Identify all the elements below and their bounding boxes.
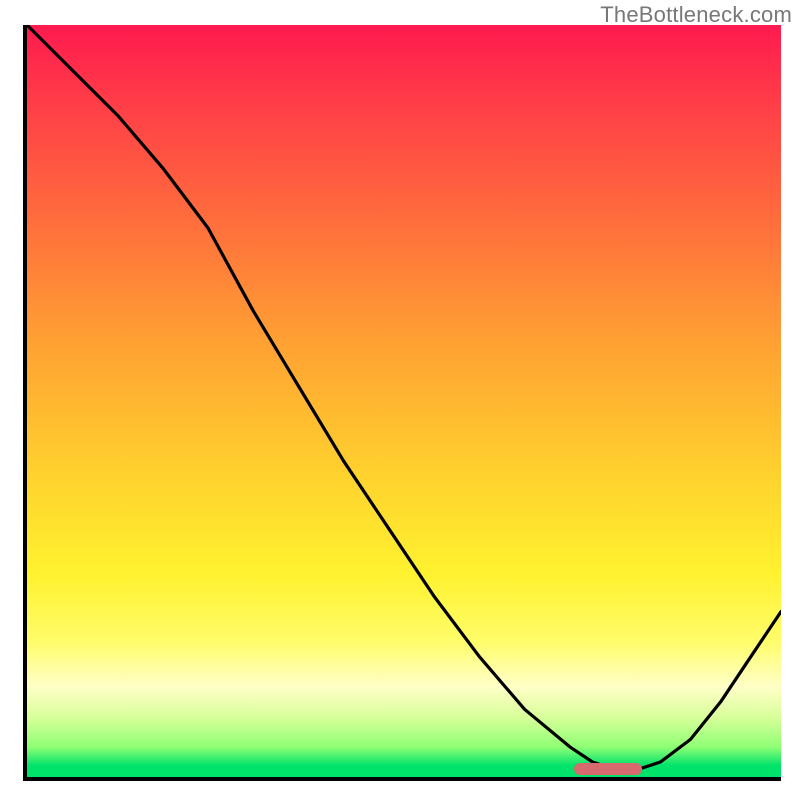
chart-area	[23, 25, 781, 781]
bottleneck-curve	[27, 25, 781, 777]
optimal-range-marker	[574, 763, 642, 775]
